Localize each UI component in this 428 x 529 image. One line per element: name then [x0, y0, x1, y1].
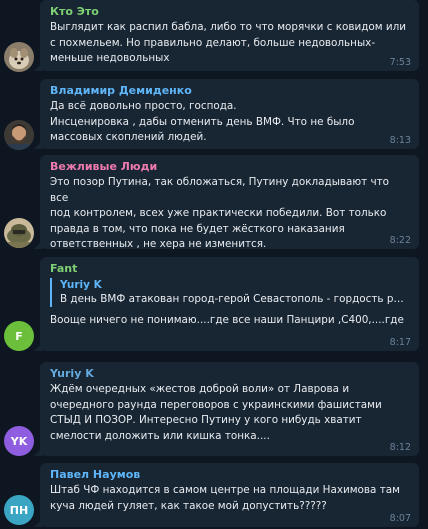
- man-photo-avatar[interactable]: [4, 120, 34, 150]
- message-time: 8:07: [389, 513, 411, 524]
- message-time: 8:12: [389, 442, 411, 453]
- message-bubble[interactable]: Павел Наумов Штаб ЧФ находится в самом ц…: [34, 463, 419, 527]
- message-text: Ждём очередных «жестов доброй воли» от Л…: [50, 383, 382, 442]
- reply-text: В день ВМФ атакован город-герой Севастоп…: [60, 293, 409, 305]
- user-avatar[interactable]: F: [4, 321, 34, 351]
- message-text: Это позор Путина, так обложаться, Путину…: [50, 176, 390, 250]
- message-sender[interactable]: Владимир Демиденко: [50, 83, 409, 98]
- message-bubble[interactable]: Владимир Демиденко Да всё довольно прост…: [34, 79, 419, 149]
- reply-sender: Yuriy K: [60, 279, 102, 291]
- message-sender[interactable]: Вежливые Люди: [50, 159, 409, 174]
- message-bubble[interactable]: Fant Yuriy K В день ВМФ атакован город-г…: [34, 257, 419, 351]
- message-sender[interactable]: Fant: [50, 261, 409, 276]
- dog-photo-avatar[interactable]: [4, 42, 34, 72]
- message-text: Да всё довольно просто, господа. Инсцени…: [50, 100, 355, 143]
- chat-history: Кто Это Выглядит как распил бабла, либо …: [0, 0, 428, 529]
- message-bubble[interactable]: Yuriy K Ждём очередных «жестов доброй во…: [34, 362, 419, 456]
- user-avatar[interactable]: YK: [4, 426, 34, 456]
- message-bubble[interactable]: Вежливые Люди Это позор Путина, так обло…: [34, 155, 419, 250]
- message-sender[interactable]: Yuriy K: [50, 366, 409, 381]
- message-text: Штаб ЧФ находится в самом центре на площ…: [50, 484, 400, 512]
- message-sender[interactable]: Павел Наумов: [50, 467, 409, 482]
- message-bubble[interactable]: Кто Это Выглядит как распил бабла, либо …: [34, 0, 419, 71]
- user-avatar[interactable]: ПН: [4, 495, 34, 525]
- message-time: 8:13: [389, 135, 411, 146]
- soldier-photo-avatar[interactable]: [4, 218, 34, 248]
- message-time: 7:53: [389, 57, 411, 68]
- message-text: Вооще ничего не понимаю....где все наши …: [50, 314, 404, 326]
- message-sender[interactable]: Кто Это: [50, 4, 409, 19]
- message-time: 8:17: [389, 337, 411, 348]
- message-time: 8:22: [389, 235, 411, 246]
- message-text: Выглядит как распил бабла, либо то что м…: [50, 21, 407, 64]
- reply-quote[interactable]: Yuriy K В день ВМФ атакован город-герой …: [50, 278, 409, 307]
